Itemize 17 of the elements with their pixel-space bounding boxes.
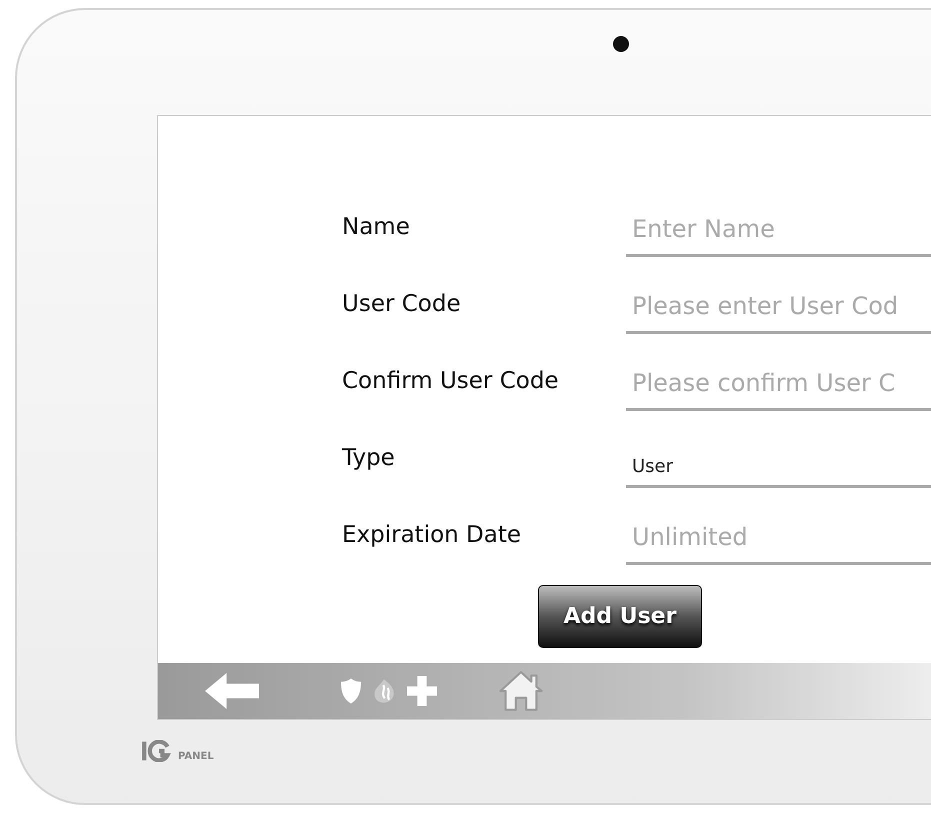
input-field[interactable]: Enter Name <box>626 207 931 257</box>
add-user-button[interactable]: Add User <box>538 585 702 648</box>
logo-text: PANEL <box>178 751 214 762</box>
field-label: Type <box>342 444 396 473</box>
field-label: Name <box>342 213 411 242</box>
field-label: Confirm User Code <box>342 367 560 396</box>
input-field[interactable]: Please confirm User C <box>626 361 931 411</box>
field-label: User Code <box>342 290 462 319</box>
type-dropdown[interactable]: User <box>626 438 931 488</box>
home-icon[interactable] <box>497 668 545 714</box>
field-label: Expiration Date <box>342 521 522 550</box>
input-field[interactable]: Please enter User Cod <box>626 284 931 334</box>
input-field[interactable]: Unlimited <box>626 515 931 565</box>
plus-icon[interactable] <box>407 676 437 706</box>
camera-dot <box>613 36 629 52</box>
back-arrow-icon[interactable] <box>203 673 261 709</box>
shield-icon[interactable] <box>341 678 361 704</box>
